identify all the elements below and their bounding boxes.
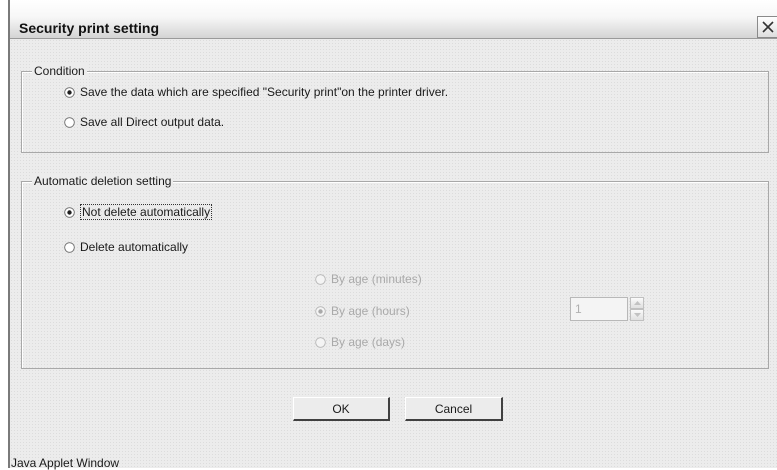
deletion-option-delete-automatically[interactable]: Delete automatically — [64, 240, 188, 254]
condition-group: Condition Save the data which are specif… — [21, 64, 769, 153]
auto-deletion-group: Automatic deletion setting Not delete au… — [21, 174, 769, 369]
arrow-down-icon — [633, 313, 641, 317]
radio-unselected-icon — [64, 241, 75, 253]
security-print-dialog: Security print setting Condition Save th… — [8, 0, 777, 470]
condition-option-label: Save the data which are specified "Secur… — [80, 85, 449, 99]
age-value-spinner[interactable]: 1 — [570, 297, 648, 321]
title-bar[interactable]: Security print setting — [10, 0, 777, 39]
spinner-up-button[interactable] — [630, 297, 644, 309]
radio-selected-icon — [64, 206, 75, 218]
age-option-label: By age (days) — [331, 335, 406, 349]
close-button[interactable] — [757, 16, 777, 38]
close-icon — [761, 21, 774, 33]
arrow-up-icon — [633, 301, 641, 305]
radio-unselected-icon — [315, 336, 326, 348]
radio-unselected-icon — [64, 116, 75, 128]
spinner-down-button[interactable] — [630, 309, 644, 321]
spinner-buttons — [630, 297, 644, 321]
age-value-field[interactable]: 1 — [570, 297, 628, 321]
deletion-option-not-delete[interactable]: Not delete automatically — [64, 204, 213, 220]
condition-option-all-direct-output[interactable]: Save all Direct output data. — [64, 115, 224, 129]
age-option-days[interactable]: By age (days) — [315, 335, 405, 349]
radio-selected-icon — [315, 305, 326, 317]
cancel-button[interactable]: Cancel — [405, 397, 503, 421]
condition-legend: Condition — [32, 64, 87, 78]
radio-unselected-icon — [315, 273, 326, 285]
dialog-title: Security print setting — [19, 20, 160, 36]
condition-option-security-print[interactable]: Save the data which are specified "Secur… — [64, 85, 448, 99]
dialog-content: Condition Save the data which are specif… — [10, 39, 777, 470]
radio-selected-icon — [64, 86, 75, 98]
age-option-hours[interactable]: By age (hours) — [315, 304, 410, 318]
condition-option-label: Save all Direct output data. — [80, 115, 225, 129]
deletion-option-label: Not delete automatically — [80, 204, 213, 220]
auto-deletion-legend: Automatic deletion setting — [32, 174, 174, 188]
ok-button[interactable]: OK — [293, 397, 390, 421]
age-option-minutes[interactable]: By age (minutes) — [315, 272, 422, 286]
age-option-label: By age (minutes) — [331, 272, 422, 286]
deletion-option-label: Delete automatically — [80, 240, 189, 254]
age-option-label: By age (hours) — [331, 304, 410, 318]
